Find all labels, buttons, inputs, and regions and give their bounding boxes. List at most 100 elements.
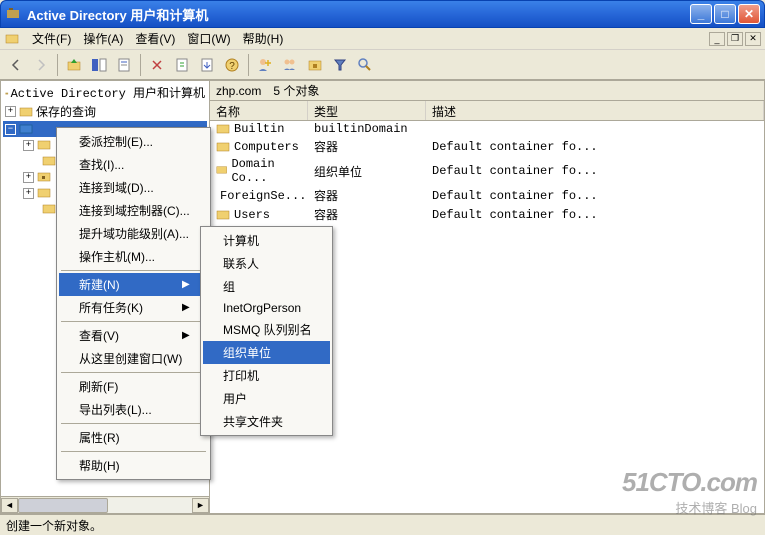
submenu-item-label: 计算机 (223, 232, 259, 249)
context-menu-item[interactable]: 从这里创建窗口(W) (59, 347, 208, 370)
folder-icon (41, 154, 57, 168)
list-row[interactable]: ForeignSe... 容器 Default container fo... (210, 186, 764, 205)
mdi-restore-button[interactable]: ❐ (727, 32, 743, 46)
window-titlebar: Active Directory 用户和计算机 _ □ ✕ (0, 0, 765, 28)
expand-icon[interactable]: + (23, 140, 34, 151)
new-ou-button[interactable] (303, 53, 327, 77)
submenu-item-label: 用户 (223, 390, 247, 407)
submenu-arrow-icon: ▶ (182, 302, 190, 313)
folder-icon (36, 138, 52, 152)
menu-item-label: 导出列表(L)... (79, 401, 152, 418)
menu-action[interactable]: 操作(A) (77, 28, 129, 49)
row-name: Users (234, 208, 270, 222)
context-menu-item[interactable]: 提升域功能级别(A)... (59, 222, 208, 245)
show-hide-button[interactable] (87, 53, 111, 77)
list-row[interactable]: Users 容器 Default container fo... (210, 205, 764, 224)
up-level-button[interactable] (62, 53, 86, 77)
context-menu-item[interactable]: 新建(N) ▶ (59, 273, 208, 296)
help-button[interactable]: ? (220, 53, 244, 77)
context-menu-item[interactable]: 导出列表(L)... (59, 398, 208, 421)
close-button[interactable]: ✕ (738, 4, 760, 24)
refresh-button[interactable] (170, 53, 194, 77)
submenu-item[interactable]: 用户 (203, 387, 330, 410)
address-bar: zhp.com 5 个对象 (210, 81, 764, 101)
properties-button[interactable] (112, 53, 136, 77)
context-menu-item[interactable]: 帮助(H) (59, 454, 208, 477)
window-title: Active Directory 用户和计算机 (27, 5, 690, 24)
list-row[interactable]: Domain Co... 组织单位 Default container fo..… (210, 156, 764, 186)
column-type[interactable]: 类型 (308, 101, 426, 120)
forward-button[interactable] (29, 53, 53, 77)
submenu-item-label: 组 (223, 278, 235, 295)
context-menu-item[interactable]: 连接到域控制器(C)... (59, 199, 208, 222)
menu-file[interactable]: 文件(F) (26, 28, 77, 49)
find-button[interactable] (353, 53, 377, 77)
collapse-icon[interactable]: − (5, 124, 16, 135)
submenu-item[interactable]: MSMQ 队列别名 (203, 318, 330, 341)
list-row[interactable]: Builtin builtinDomain (210, 121, 764, 137)
mdi-close-button[interactable]: ✕ (745, 32, 761, 46)
context-menu[interactable]: 委派控制(E)...查找(I)...连接到域(D)...连接到域控制器(C)..… (56, 127, 211, 480)
ad-root-icon (5, 86, 9, 100)
folder-icon (216, 123, 230, 135)
menu-bar: 文件(F) 操作(A) 查看(V) 窗口(W) 帮助(H) _ ❐ ✕ (0, 28, 765, 50)
status-bar: 创建一个新对象。 (0, 514, 765, 535)
submenu-item[interactable]: 组织单位 (203, 341, 330, 364)
export-button[interactable] (195, 53, 219, 77)
submenu-item[interactable]: 计算机 (203, 229, 330, 252)
new-submenu[interactable]: 计算机联系人组 InetOrgPersonMSMQ 队列别名组织单位打印机用户共享… (200, 226, 333, 436)
scroll-right-button[interactable]: ► (192, 498, 209, 513)
delete-button[interactable] (145, 53, 169, 77)
menu-item-label: 新建(N) (79, 276, 120, 293)
svg-text:?: ? (229, 61, 235, 72)
column-desc[interactable]: 描述 (426, 101, 764, 120)
back-button[interactable] (4, 53, 28, 77)
folder-icon (216, 165, 227, 177)
submenu-arrow-icon: ▶ (182, 330, 190, 341)
context-menu-item[interactable]: 查找(I)... (59, 153, 208, 176)
tree-hscrollbar[interactable]: ◄ ► (0, 497, 210, 514)
context-menu-item[interactable]: 所有任务(K) ▶ (59, 296, 208, 319)
submenu-item[interactable]: 联系人 (203, 252, 330, 275)
menu-item-label: 提升域功能级别(A)... (79, 225, 189, 242)
submenu-item[interactable]: 打印机 (203, 364, 330, 387)
menu-item-label: 查看(V) (79, 327, 119, 344)
menu-window[interactable]: 窗口(W) (181, 28, 236, 49)
expand-icon[interactable]: + (23, 172, 34, 183)
row-name: Builtin (234, 122, 284, 136)
context-menu-item[interactable]: 查看(V) ▶ (59, 324, 208, 347)
minimize-button[interactable]: _ (690, 4, 712, 24)
tree-saved-queries[interactable]: + 保存的查询 (3, 102, 207, 121)
list-row[interactable]: Computers 容器 Default container fo... (210, 137, 764, 156)
expand-icon[interactable]: + (5, 106, 16, 117)
column-name[interactable]: 名称 (210, 101, 308, 120)
menu-item-label: 所有任务(K) (79, 299, 143, 316)
context-menu-item[interactable]: 操作主机(M)... (59, 245, 208, 268)
menu-view[interactable]: 查看(V) (129, 28, 181, 49)
menu-item-label: 操作主机(M)... (79, 248, 155, 265)
submenu-item[interactable]: 共享文件夹 (203, 410, 330, 433)
expand-icon[interactable]: + (23, 188, 34, 199)
new-user-button[interactable] (253, 53, 277, 77)
address-path: zhp.com (216, 84, 261, 98)
new-group-button[interactable] (278, 53, 302, 77)
context-menu-item[interactable]: 属性(R) (59, 426, 208, 449)
submenu-item[interactable]: 组 (203, 275, 330, 298)
tree-root[interactable]: Active Directory 用户和计算机 (3, 83, 207, 102)
context-menu-item[interactable]: 刷新(F) (59, 375, 208, 398)
submenu-arrow-icon: ▶ (182, 279, 190, 290)
domain-icon (18, 122, 34, 136)
filter-button[interactable] (328, 53, 352, 77)
submenu-item[interactable]: InetOrgPerson (203, 298, 330, 318)
context-menu-item[interactable]: 连接到域(D)... (59, 176, 208, 199)
maximize-button[interactable]: □ (714, 4, 736, 24)
mdi-minimize-button[interactable]: _ (709, 32, 725, 46)
menu-help[interactable]: 帮助(H) (237, 28, 290, 49)
scroll-thumb[interactable] (18, 498, 108, 513)
tree-domain-label (36, 122, 43, 136)
status-text: 创建一个新对象。 (6, 517, 102, 534)
context-menu-item[interactable]: 委派控制(E)... (59, 130, 208, 153)
scroll-left-button[interactable]: ◄ (1, 498, 18, 513)
folder-icon (18, 105, 34, 119)
tree-saved-queries-label: 保存的查询 (36, 103, 96, 120)
